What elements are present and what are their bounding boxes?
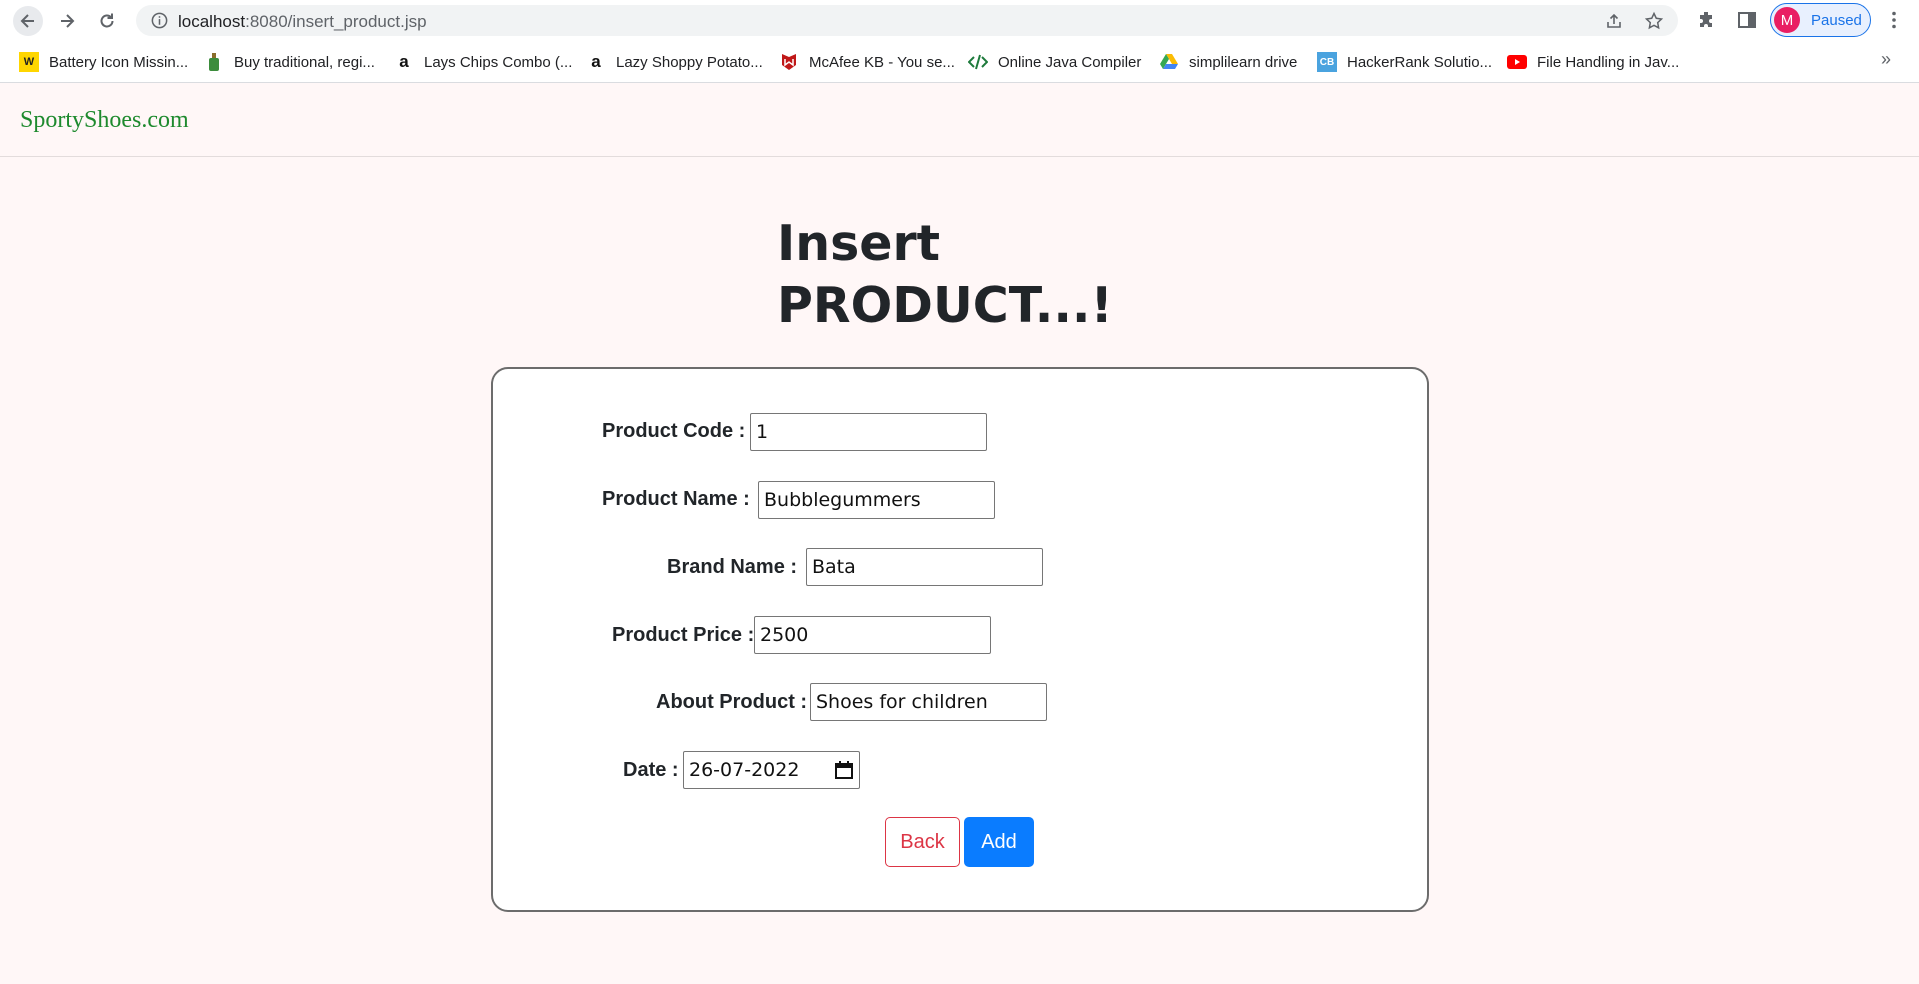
bookmark-label: Lays Chips Combo (...: [424, 53, 573, 71]
youtube-icon: [1507, 52, 1527, 72]
brand-name-label: Brand Name :: [667, 556, 798, 578]
amazon-icon: a: [399, 52, 409, 71]
w-logo-icon: W: [19, 52, 39, 72]
page-title-line1: Insert: [777, 215, 941, 272]
bookmark-item[interactable]: Online Java Compiler: [968, 51, 1141, 73]
extensions-icon[interactable]: [1696, 9, 1718, 31]
product-name-label: Product Name :: [602, 488, 750, 510]
side-panel-icon[interactable]: [1736, 9, 1758, 31]
forward-arrow-icon[interactable]: [52, 6, 82, 36]
about-product-input[interactable]: [810, 683, 1047, 721]
product-price-input[interactable]: [754, 616, 991, 654]
product-name-input[interactable]: [758, 481, 995, 519]
url-text: localhost:8080/insert_product.jsp: [178, 12, 427, 32]
bookmark-item[interactable]: CB HackerRank Solutio...: [1317, 51, 1492, 73]
info-icon[interactable]: [150, 11, 169, 30]
avatar: M: [1774, 7, 1800, 33]
bookmark-label: McAfee KB - You se...: [809, 53, 955, 71]
bookmark-label: simplilearn drive: [1189, 53, 1298, 71]
bookmark-item[interactable]: a Lazy Shoppy Potato...: [586, 51, 763, 73]
back-arrow-icon[interactable]: [13, 6, 43, 36]
url-host: localhost: [178, 12, 246, 31]
brand-logo[interactable]: SportyShoes.com: [20, 107, 189, 134]
bookmark-label: File Handling in Jav...: [1537, 53, 1680, 71]
google-drive-icon: [1159, 52, 1179, 72]
bookmark-label: Lazy Shoppy Potato...: [616, 53, 763, 71]
page-title-line2: PRODUCT...!: [777, 277, 1113, 334]
product-code-label: Product Code :: [602, 420, 746, 442]
bookmarks-overflow-button[interactable]: »: [1881, 49, 1891, 70]
about-product-label: About Product :: [656, 691, 808, 713]
bookmark-item[interactable]: Buy traditional, regi...: [204, 51, 375, 73]
bookmark-label: Buy traditional, regi...: [234, 53, 375, 71]
url-path: :8080/insert_product.jsp: [245, 12, 427, 31]
bookmark-label: HackerRank Solutio...: [1347, 53, 1493, 71]
back-button[interactable]: Back: [885, 817, 960, 867]
add-button[interactable]: Add: [964, 817, 1034, 867]
bookmark-item[interactable]: File Handling in Jav...: [1507, 51, 1679, 73]
menu-kebab-icon[interactable]: [1883, 9, 1905, 31]
bookmark-label: Online Java Compiler: [998, 53, 1142, 71]
product-price-label: Product Price :: [612, 624, 755, 646]
share-icon[interactable]: [1604, 11, 1624, 31]
calendar-icon[interactable]: [834, 760, 854, 780]
date-label: Date :: [623, 759, 679, 781]
brand-name-input[interactable]: [806, 548, 1043, 586]
reload-icon[interactable]: [92, 6, 122, 36]
site-navbar: SportyShoes.com: [0, 84, 1919, 157]
code-icon: [968, 52, 988, 72]
product-code-input[interactable]: [750, 413, 987, 451]
mcafee-icon: [779, 52, 799, 72]
bookmark-item[interactable]: a Lays Chips Combo (...: [394, 51, 572, 73]
amazon-icon: a: [591, 52, 601, 71]
bottle-icon: [204, 52, 224, 72]
cb-icon: CB: [1317, 52, 1337, 72]
bookmark-label: Battery Icon Missin...: [49, 53, 189, 71]
bookmark-item[interactable]: simplilearn drive: [1159, 51, 1297, 73]
bookmark-star-icon[interactable]: [1644, 11, 1664, 31]
browser-toolbar: localhost:8080/insert_product.jsp M Paus…: [0, 0, 1919, 41]
page-title: Insert PRODUCT...!: [777, 213, 1113, 337]
bookmark-item[interactable]: W Battery Icon Missin...: [19, 51, 188, 73]
profile-button[interactable]: M Paused: [1770, 3, 1871, 37]
profile-status: Paused: [1811, 12, 1862, 29]
address-bar[interactable]: localhost:8080/insert_product.jsp: [136, 5, 1678, 36]
bookmark-item[interactable]: McAfee KB - You se...: [779, 51, 955, 73]
bookmarks-bar: W Battery Icon Missin... Buy traditional…: [0, 41, 1919, 83]
